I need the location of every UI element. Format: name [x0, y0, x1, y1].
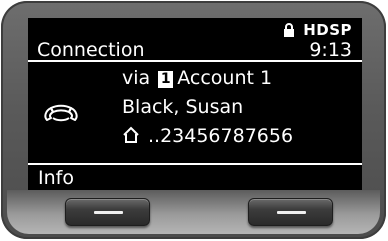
lock-icon: [284, 23, 295, 37]
page-title: Connection: [37, 39, 145, 61]
header-bar: HDSP Connection 9:13: [28, 18, 362, 62]
home-icon: [123, 126, 139, 143]
minus-icon: [277, 211, 306, 214]
account-number-badge: 1: [158, 71, 174, 88]
right-softkey-button[interactable]: [248, 198, 333, 226]
softkey-label-bar: Info: [28, 163, 362, 190]
hdsp-logo: HDSP: [303, 21, 352, 39]
account-line: via 1 Account 1: [122, 67, 272, 89]
minus-icon: [94, 211, 123, 214]
via-label: via: [122, 67, 151, 89]
clock-time: 9:13: [309, 39, 352, 61]
status-icons: HDSP: [283, 22, 352, 38]
phone-number: ..23456787656: [148, 125, 294, 147]
number-line: ..23456787656: [122, 125, 293, 147]
left-softkey-button[interactable]: [65, 198, 150, 226]
display-screen: HDSP Connection 9:13 via 1 Account 1 Blac…: [28, 18, 362, 190]
account-name: Account 1: [177, 67, 273, 89]
handset-connection-icon: [44, 104, 78, 122]
contact-name: Black, Susan: [122, 96, 244, 118]
softkey-info-label: Info: [38, 167, 74, 189]
